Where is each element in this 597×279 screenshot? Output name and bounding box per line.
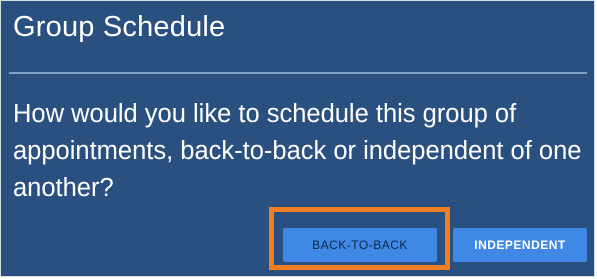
dialog-message: How would you like to schedule this grou… — [13, 100, 582, 202]
title-divider — [9, 72, 587, 74]
dialog-title: Group Schedule — [13, 11, 226, 43]
independent-button[interactable]: INDEPENDENT — [453, 228, 587, 262]
group-schedule-dialog: Group Schedule How would you like to sch… — [0, 0, 595, 277]
back-to-back-button[interactable]: BACK-TO-BACK — [283, 228, 437, 262]
